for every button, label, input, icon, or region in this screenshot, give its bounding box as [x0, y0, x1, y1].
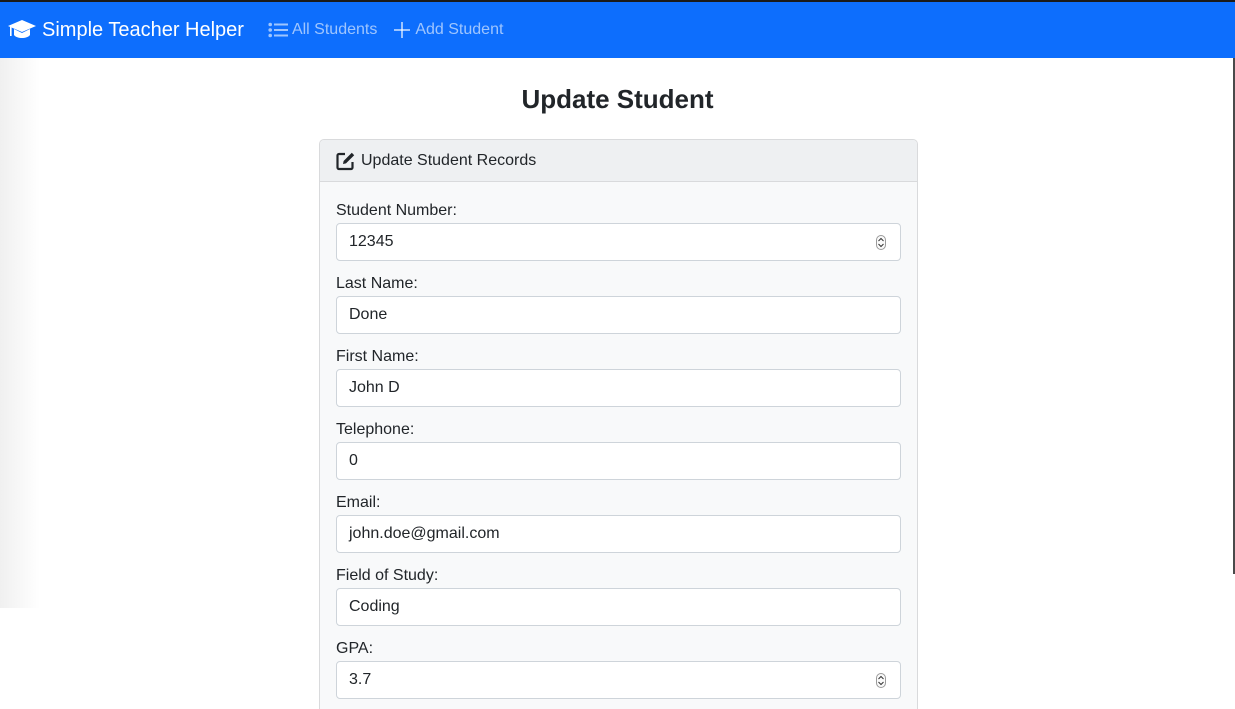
last-name-input[interactable]: Done	[336, 296, 901, 334]
brand-link[interactable]: Simple Teacher Helper	[7, 19, 244, 42]
telephone-input[interactable]: 0	[336, 442, 901, 480]
student-form: Student Number: 12345 Last Name: Done Fi…	[320, 182, 917, 699]
nav-add-student-label: Add Student	[415, 21, 504, 38]
student-number-input[interactable]: 12345	[336, 223, 901, 261]
field-student-number: Student Number: 12345	[336, 201, 901, 261]
card-header: Update Student Records	[320, 140, 917, 182]
spinner-arrows-icon	[878, 237, 884, 248]
telephone-value: 0	[349, 452, 358, 469]
email-input[interactable]: john.doe@gmail.com	[336, 515, 901, 553]
card-header-title: Update Student Records	[361, 151, 537, 169]
email-label: Email:	[336, 494, 381, 511]
graduation-cap-icon	[8, 20, 36, 38]
first-name-input[interactable]: John D	[336, 369, 901, 407]
nav-all-students-label: All Students	[291, 21, 378, 38]
field-field-of-study: Field of Study: Coding	[336, 566, 901, 626]
left-panel-shadow	[0, 58, 40, 608]
last-name-value: Done	[349, 306, 388, 323]
field-of-study-input[interactable]: Coding	[336, 588, 901, 626]
last-name-label: Last Name:	[336, 275, 418, 292]
spinner-arrows-icon	[878, 675, 884, 686]
gpa-input[interactable]: 3.7	[336, 661, 901, 699]
student-number-label: Student Number:	[336, 202, 457, 219]
field-first-name: First Name: John D	[336, 347, 901, 407]
field-last-name: Last Name: Done	[336, 274, 901, 334]
email-value: john.doe@gmail.com	[349, 525, 500, 542]
gpa-label: GPA:	[336, 640, 374, 657]
list-icon	[268, 22, 288, 38]
gpa-value: 3.7	[349, 671, 372, 688]
nav-all-students[interactable]: All Students	[268, 21, 377, 39]
field-telephone: Telephone: 0	[336, 420, 901, 480]
page-title: Update Student	[521, 84, 714, 114]
field-gpa: GPA: 3.7	[336, 639, 901, 699]
edit-icon	[336, 152, 355, 170]
first-name-label: First Name:	[336, 348, 419, 365]
number-spinner[interactable]	[876, 235, 886, 250]
telephone-label: Telephone:	[336, 421, 415, 438]
student-number-value: 12345	[349, 233, 394, 250]
field-of-study-value: Coding	[349, 598, 400, 615]
number-spinner[interactable]	[876, 673, 886, 688]
brand-label: Simple Teacher Helper	[42, 18, 244, 41]
nav-add-student[interactable]: Add Student	[393, 21, 503, 39]
first-name-value: John D	[349, 379, 400, 396]
field-email: Email: john.doe@gmail.com	[336, 493, 901, 553]
update-student-card: Update Student Records Student Number: 1…	[319, 139, 918, 709]
field-of-study-label: Field of Study:	[336, 567, 439, 584]
navbar: Simple Teacher Helper All Students Add S…	[0, 2, 1235, 58]
plus-icon	[394, 22, 411, 38]
